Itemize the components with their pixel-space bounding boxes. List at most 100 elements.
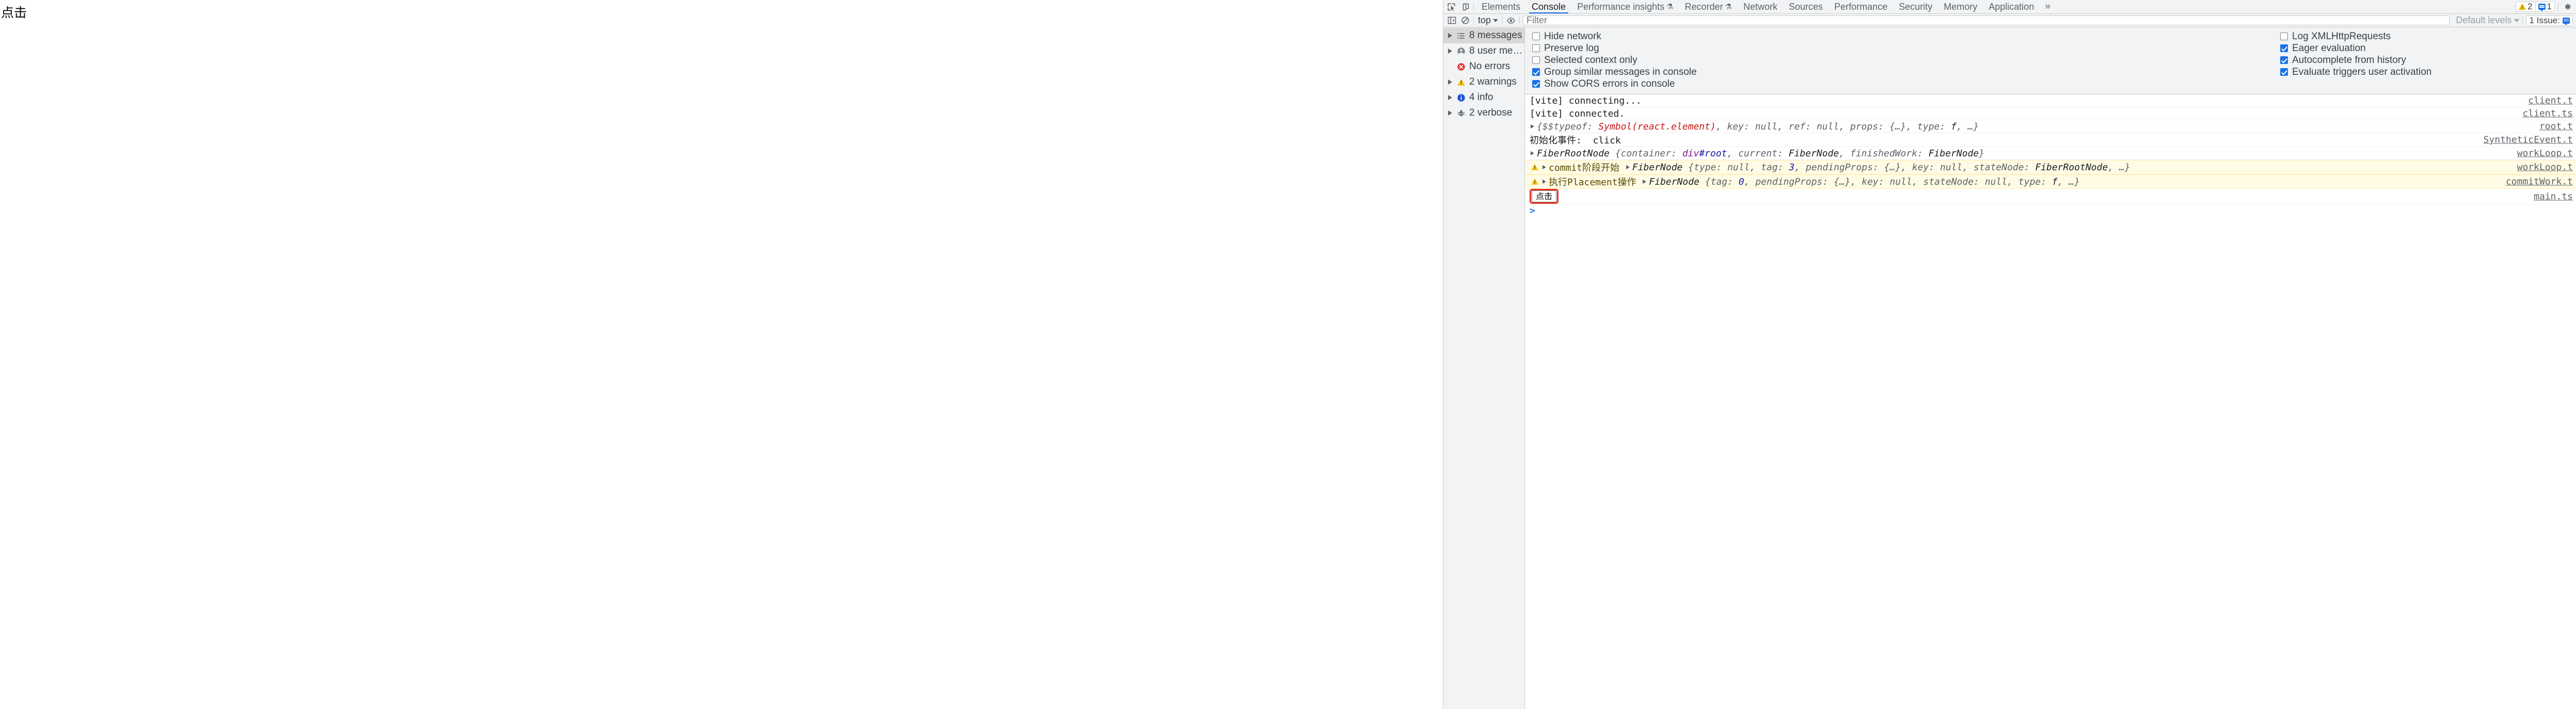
console-row-content: [vite] connecting... [1530, 95, 2573, 106]
tab-recorder[interactable]: Recorder ⚗ [1679, 0, 1738, 13]
toolbar-divider-1 [1473, 16, 1474, 25]
setting-hide-network[interactable]: Hide network [1532, 30, 1757, 42]
live-expression-icon[interactable] [1506, 15, 1516, 26]
tab-performance-insights[interactable]: Performance insights ⚗ [1571, 0, 1679, 13]
checkbox[interactable] [2280, 44, 2288, 52]
sidebar-item-messages[interactable]: 8 messages [1443, 28, 1524, 43]
checkbox[interactable] [1532, 33, 1540, 40]
tab-security[interactable]: Security [1893, 0, 1938, 13]
console-row[interactable]: 初始化事件: click SyntheticEvent.t [1525, 133, 2576, 147]
setting-label: Hide network [1544, 30, 1601, 42]
console-row-content: 执行Placement操作 FiberNode {tag: 0, pending… [1549, 176, 2080, 188]
console-row[interactable]: FiberRootNode {container: div#root, curr… [1525, 147, 2576, 160]
sidebar-item-warnings[interactable]: 2 warnings [1443, 74, 1524, 90]
checkbox[interactable] [1532, 56, 1540, 64]
issue-count-label: 1 [2547, 2, 2552, 11]
checkbox[interactable] [2280, 33, 2288, 40]
setting-preserve-log[interactable]: Preserve log [1532, 42, 1757, 54]
setting-selected-context-only[interactable]: Selected context only [1532, 54, 1757, 66]
tab-console[interactable]: Console [1526, 0, 1571, 13]
issues-button[interactable]: 1 Issue: [2526, 15, 2573, 26]
sidebar-item-errors[interactable]: No errors [1443, 59, 1524, 74]
disclosure-triangle-icon[interactable] [1447, 94, 1453, 101]
setting-show-cors-errors[interactable]: Show CORS errors in console [1532, 78, 1757, 90]
checkbox[interactable] [1532, 68, 1540, 76]
show-console-sidebar-icon[interactable] [1446, 15, 1457, 26]
setting-eager-evaluation[interactable]: Eager evaluation [2280, 42, 2431, 54]
setting-group-similar-messages[interactable]: Group similar messages in console [1532, 66, 1757, 78]
disclosure-triangle-icon[interactable] [1447, 48, 1453, 54]
sidebar-item-label: 2 verbose [1469, 107, 1513, 118]
user-icon [1456, 46, 1466, 56]
sidebar-item-user-messages[interactable]: 8 user mes… [1443, 43, 1524, 59]
expand-arrow-icon[interactable] [1541, 179, 1547, 185]
console-row[interactable]: 点击 main.ts [1525, 189, 2576, 204]
list-icon [1456, 31, 1466, 41]
tab-elements[interactable]: Elements [1476, 0, 1526, 13]
source-link[interactable]: SyntheticEvent.t [2484, 135, 2573, 146]
console-sidebar: 8 messages 8 user mes… No errors 2 warni… [1443, 27, 1525, 709]
source-link[interactable]: root.t [2539, 121, 2573, 132]
experimental-flask-icon: ⚗ [1666, 3, 1674, 11]
issue-message-icon [2563, 17, 2570, 25]
disclosure-triangle-icon[interactable] [1447, 79, 1453, 85]
tab-memory[interactable]: Memory [1938, 0, 1983, 13]
source-link[interactable]: workLoop.t [2517, 162, 2573, 173]
expand-arrow-icon[interactable] [1642, 179, 1647, 185]
source-link[interactable]: main.ts [2534, 191, 2573, 202]
execution-context-selector[interactable]: top [1477, 15, 1499, 26]
console-row[interactable]: {$$typeof: Symbol(react.element), key: n… [1525, 120, 2576, 133]
checkbox[interactable] [2280, 56, 2288, 64]
checkbox[interactable] [1532, 44, 1540, 52]
console-row[interactable]: [vite] connecting... client.t [1525, 94, 2576, 107]
expand-arrow-icon[interactable] [1625, 165, 1631, 170]
expand-arrow-icon[interactable] [1541, 165, 1547, 170]
disclosure-triangle-icon[interactable] [1447, 33, 1453, 39]
source-link[interactable]: client.t [2528, 95, 2573, 106]
console-row[interactable]: [vite] connected. client.ts [1525, 107, 2576, 120]
page-click-button[interactable]: 点击 [1, 5, 27, 21]
console-row[interactable]: commit阶段开始 FiberNode {type: null, tag: 3… [1525, 160, 2576, 174]
filter-input[interactable] [1523, 15, 2450, 25]
setting-label: Autocomplete from history [2292, 54, 2406, 66]
setting-label: Preserve log [1544, 42, 1599, 54]
tab-network[interactable]: Network [1738, 0, 1783, 13]
tab-performance[interactable]: Performance [1828, 0, 1893, 13]
source-link[interactable]: workLoop.t [2517, 148, 2573, 159]
issue-count-badge[interactable]: 1 [2535, 2, 2555, 12]
console-prompt[interactable]: > [1525, 204, 2576, 217]
device-toolbar-icon[interactable] [1460, 2, 1469, 11]
checkbox[interactable] [1532, 80, 1540, 88]
warning-count-label: 2 [2527, 2, 2533, 11]
tab-sources[interactable]: Sources [1783, 0, 1828, 13]
sidebar-item-verbose[interactable]: 2 verbose [1443, 105, 1524, 121]
disclosure-triangle-icon[interactable] [1447, 110, 1453, 116]
expand-arrow-icon[interactable] [1530, 151, 1535, 156]
source-link[interactable]: client.ts [2522, 108, 2573, 119]
disclosure-placeholder [1447, 63, 1453, 70]
chevron-down-icon [1493, 19, 1499, 22]
inspect-cursor-icon[interactable] [1446, 2, 1456, 11]
sidebar-item-label: 2 warnings [1469, 76, 1517, 87]
setting-evaluate-triggers-user-activation[interactable]: Evaluate triggers user activation [2280, 66, 2431, 78]
warning-count-badge[interactable]: 2 [2516, 2, 2535, 12]
source-link[interactable]: commitWork.t [2506, 176, 2573, 187]
setting-log-xmlhttprequests[interactable]: Log XMLHttpRequests [2280, 30, 2431, 42]
console-row[interactable]: 执行Placement操作 FiberNode {tag: 0, pending… [1525, 174, 2576, 189]
console-message-text: [vite] connecting... [1530, 95, 1642, 106]
expand-arrow-icon[interactable] [1530, 124, 1535, 130]
warning-icon [1530, 163, 1539, 171]
clear-console-icon[interactable] [1460, 15, 1470, 26]
devtools-left-icons [1443, 0, 1471, 13]
log-levels-selector[interactable]: Default levels [2453, 15, 2520, 26]
checkbox[interactable] [2280, 68, 2288, 76]
console-row-content: FiberRootNode {container: div#root, curr… [1537, 148, 1985, 159]
sidebar-item-label: 8 messages [1469, 30, 1522, 41]
sidebar-item-info[interactable]: 4 info [1443, 90, 1524, 105]
more-tabs-icon[interactable]: » [2040, 0, 2056, 13]
gear-icon[interactable] [2562, 1, 2573, 12]
tab-application[interactable]: Application [1983, 0, 2040, 13]
setting-autocomplete-from-history[interactable]: Autocomplete from history [2280, 54, 2431, 66]
logged-dom-button[interactable]: 点击 [1532, 190, 1557, 202]
tabstrip-divider [1473, 3, 1474, 11]
